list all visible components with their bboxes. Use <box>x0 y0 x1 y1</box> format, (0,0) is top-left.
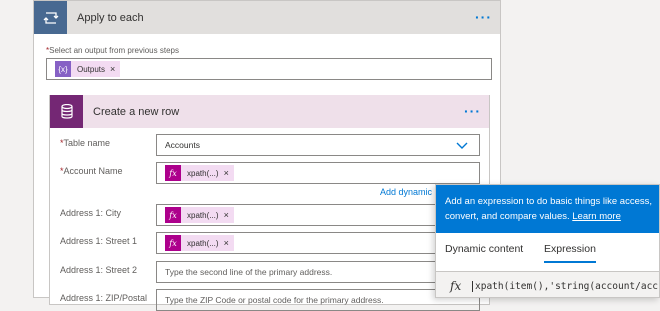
fx-icon: fx <box>165 207 181 223</box>
expression-text: xpath(item(),'string(account/acc <box>472 280 658 292</box>
apply-to-each-title: Apply to each <box>77 11 144 24</box>
tab-dynamic-content[interactable]: Dynamic content <box>445 243 523 255</box>
fx-icon: fx <box>165 235 181 251</box>
street2-row: Address 1: Street 2 Type the second line… <box>50 261 491 283</box>
learn-more-link[interactable]: Learn more <box>572 211 621 222</box>
zip-row: Address 1: ZIP/Postal Type the ZIP Code … <box>50 289 491 311</box>
remove-token-button[interactable]: × <box>224 168 229 178</box>
account-name-row: *Account Name fx xpath(...) × <box>50 162 491 184</box>
create-row-header[interactable]: Create a new row ··· <box>50 95 489 128</box>
xpath-token[interactable]: fx xpath(...) × <box>165 165 234 181</box>
street1-field[interactable]: fx xpath(...) × <box>156 232 480 254</box>
table-name-label: *Table name <box>60 138 111 148</box>
account-name-label: *Account Name <box>60 166 123 176</box>
loop-menu-button[interactable]: ··· <box>475 9 492 25</box>
outputs-token[interactable]: {x} Outputs × <box>55 61 121 77</box>
apply-to-each-card: Apply to each ··· *Select an output from… <box>33 0 501 311</box>
apply-to-each-header[interactable]: Apply to each ··· <box>34 1 500 34</box>
account-name-field[interactable]: fx xpath(...) × <box>156 162 480 184</box>
xpath-token[interactable]: fx xpath(...) × <box>165 235 234 251</box>
street1-label: Address 1: Street 1 <box>60 236 138 246</box>
zip-label: Address 1: ZIP/Postal <box>60 293 148 303</box>
remove-token-button[interactable]: × <box>224 210 229 220</box>
create-row-card: Create a new row ··· *Table name Account… <box>49 95 491 311</box>
city-label: Address 1: City <box>60 208 122 218</box>
fx-icon: fx <box>165 165 181 181</box>
select-output-field[interactable]: {x} Outputs × <box>46 58 492 80</box>
database-icon <box>50 95 83 128</box>
table-name-dropdown[interactable]: Accounts <box>156 134 480 156</box>
remove-token-button[interactable]: × <box>110 64 115 74</box>
chevron-down-icon <box>456 142 468 149</box>
popup-header: Add an expression to do basic things lik… <box>436 185 659 233</box>
street2-field[interactable]: Type the second line of the primary addr… <box>156 261 480 283</box>
xpath-token[interactable]: fx xpath(...) × <box>165 207 234 223</box>
city-row: Address 1: City fx xpath(...) × <box>50 204 491 226</box>
braces-icon: {x} <box>55 61 71 77</box>
table-name-row: *Table name Accounts <box>50 134 491 156</box>
fx-icon: fx <box>450 279 462 293</box>
loop-icon <box>34 1 67 34</box>
create-row-title: Create a new row <box>93 105 180 118</box>
zip-field[interactable]: Type the ZIP Code or postal code for the… <box>156 289 480 311</box>
expression-popup: Add an expression to do basic things lik… <box>435 184 660 298</box>
street1-row: Address 1: Street 1 fx xpath(...) × <box>50 232 491 254</box>
expression-input[interactable]: fx xpath(item(),'string(account/acc <box>436 271 659 297</box>
add-dynamic-content-link[interactable]: Add dynamic <box>380 187 432 197</box>
remove-token-button[interactable]: × <box>224 238 229 248</box>
street2-label: Address 1: Street 2 <box>60 265 138 275</box>
select-output-label: *Select an output from previous steps <box>46 46 179 55</box>
popup-tabs: Dynamic content Expression <box>436 233 659 263</box>
city-field[interactable]: fx xpath(...) × <box>156 204 480 226</box>
tab-expression[interactable]: Expression <box>544 243 596 263</box>
action-menu-button[interactable]: ··· <box>464 103 481 119</box>
